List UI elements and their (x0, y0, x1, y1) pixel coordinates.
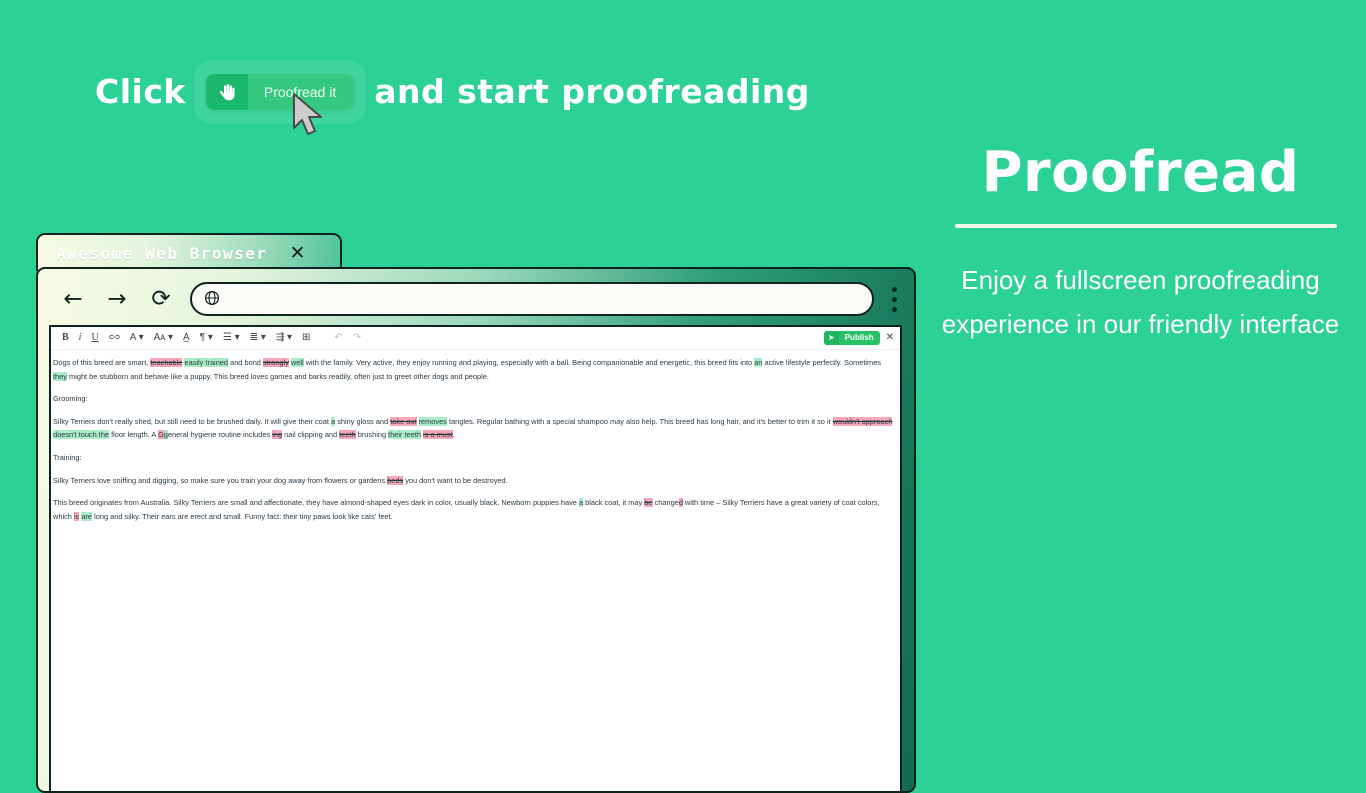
browser-navbar: ← → ⟳ (38, 269, 914, 329)
text-run: tangles. Regular bathing with a special … (446, 416, 833, 426)
deletion-mark[interactable]: teachable (150, 358, 183, 367)
deletion-mark[interactable]: is a must (423, 430, 453, 440)
insertion-mark[interactable]: well (290, 358, 304, 367)
back-icon[interactable]: ← (58, 284, 88, 314)
document-paragraph: Dogs of this breed are smart, teachable … (51, 356, 900, 383)
hand-pointing-icon (205, 73, 248, 110)
document-paragraph: Silky Terriers love sniffing and digging… (51, 474, 900, 488)
kebab-dot (891, 286, 897, 292)
kebab-dot (891, 296, 897, 302)
web-page-content: B i U A ▾ Aᴀ ▾ A̲ ¶ ▾ ☰ ▾ ≣ ▾ ⇶ ▾ ⊞ ↶ ↷ … (49, 325, 902, 791)
close-icon[interactable]: ✕ (290, 243, 306, 263)
feature-panel: Proofread Enjoy a fullscreen proofreadin… (915, 0, 1366, 768)
text-run: shiny gloss and (335, 416, 391, 426)
document-paragraph: This breed originates from Australia. Si… (51, 496, 900, 523)
table-icon[interactable]: ⊞ (297, 327, 315, 349)
deletion-mark[interactable]: ing (272, 430, 283, 440)
editor-close-icon[interactable]: ✕ (886, 327, 894, 349)
insertion-mark[interactable]: removes (418, 416, 447, 426)
text-run: active lifestyle perfectly. Sometimes (762, 358, 882, 367)
insertion-mark[interactable]: their teeth (388, 430, 422, 440)
underline-icon[interactable]: U (86, 327, 103, 349)
editor-toolbar-right: ➤ Publish ✕ (824, 327, 894, 349)
bulleted-list-icon[interactable]: ☰ ▾ (218, 327, 245, 349)
deletion-mark[interactable]: strongly (262, 358, 289, 367)
insertion-mark[interactable]: doesn't touch the (53, 430, 110, 440)
text-run: Silky Terriers love sniffing and digging… (53, 475, 388, 485)
browser-title-bar: Awesome Web Browser ✕ (36, 233, 342, 271)
feature-title: Proofread (981, 140, 1300, 205)
italic-icon[interactable]: i (74, 327, 87, 349)
undo-icon[interactable]: ↶ (329, 327, 347, 349)
text-run: brushing (355, 430, 389, 440)
insertion-mark[interactable]: they (53, 371, 67, 381)
publish-label: Publish (844, 333, 874, 342)
deletion-mark[interactable]: beds (387, 475, 404, 485)
text-run: Training: (53, 452, 82, 462)
text-run: you don't want to be destroyed. (403, 475, 508, 485)
insertion-mark[interactable]: easily trained (184, 358, 229, 367)
text-run: with the family. Very active, they enjoy… (303, 358, 755, 367)
numbered-list-icon[interactable]: ≣ ▾ (245, 327, 271, 349)
highlight-color-icon[interactable]: A̲ (178, 327, 195, 349)
callout-pre-text: Click (95, 72, 186, 111)
text-run: change (652, 498, 679, 508)
document-paragraph: Training: (51, 451, 900, 465)
browser-chrome: ← → ⟳ B i U A ▾ Aᴀ ▾ A̲ ¶ ▾ ☰ ▾ ≣ ▾ ⇶ ▾ … (36, 267, 916, 793)
kebab-dot (891, 306, 897, 312)
editor-toolbar: B i U A ▾ Aᴀ ▾ A̲ ¶ ▾ ☰ ▾ ≣ ▾ ⇶ ▾ ⊞ ↶ ↷ … (51, 327, 900, 350)
bold-icon[interactable]: B (57, 327, 74, 349)
callout-banner: Click Proofread it and start proofreadin… (95, 59, 810, 135)
document-body[interactable]: Dogs of this breed are smart, teachable … (51, 350, 900, 523)
redo-icon[interactable]: ↷ (348, 327, 366, 349)
mouse-cursor-icon (292, 92, 322, 135)
kebab-menu-icon[interactable] (874, 286, 914, 312)
deletion-mark[interactable]: teeth (339, 430, 356, 440)
align-icon[interactable]: ⇶ ▾ (271, 327, 297, 349)
forward-icon[interactable]: → (102, 284, 132, 314)
text-color-icon[interactable]: A ▾ (125, 327, 149, 349)
text-run: This breed originates from Australia. Si… (53, 498, 579, 508)
browser-title: Awesome Web Browser (56, 243, 268, 263)
link-icon[interactable] (104, 327, 125, 349)
text-run: nail clipping and (282, 430, 340, 440)
deletion-mark[interactable]: wouldn't approach (832, 416, 893, 426)
text-run: floor length. A (109, 430, 158, 440)
deletion-mark[interactable]: take out (390, 416, 417, 426)
address-bar[interactable] (190, 282, 874, 316)
text-run: Silky Terriers don't really shed, but st… (53, 416, 332, 426)
document-paragraph: Grooming: (51, 392, 900, 406)
insertion-mark[interactable]: are (81, 511, 93, 521)
text-run: eneral hygiene routine includes (167, 430, 273, 440)
text-run: black coat, it may (583, 498, 645, 508)
publish-button[interactable]: ➤ Publish (824, 331, 880, 345)
text-run: Grooming: (53, 394, 88, 404)
globe-icon (204, 290, 220, 309)
text-run: might be stubborn and behave like a pupp… (66, 371, 489, 381)
callout-post-text: and start proofreading (374, 72, 810, 111)
send-icon: ➤ (824, 331, 839, 345)
document-paragraph: Silky Terriers don't really shed, but st… (51, 415, 900, 442)
paragraph-style-icon[interactable]: ¶ ▾ (195, 327, 218, 349)
feature-divider (955, 224, 1337, 228)
proofread-cta-wrapper: Proofread it (193, 59, 367, 135)
proofread-it-button[interactable]: Proofread it (205, 73, 355, 110)
text-run: and bond (228, 358, 263, 367)
font-size-icon[interactable]: Aᴀ ▾ (149, 327, 178, 349)
correction-mark[interactable]: G (157, 430, 164, 440)
text-run: . (452, 430, 455, 440)
deletion-mark[interactable]: be (644, 498, 653, 508)
reload-icon[interactable]: ⟳ (146, 284, 176, 314)
browser-window: Awesome Web Browser ✕ ← → ⟳ B i U A ▾ Aᴀ… (36, 233, 916, 793)
text-run: long and silky. Their ears are erect and… (92, 511, 393, 521)
feature-subtitle: Enjoy a fullscreen proofreading experien… (941, 265, 1340, 339)
text-run: Dogs of this breed are smart, (53, 358, 151, 367)
